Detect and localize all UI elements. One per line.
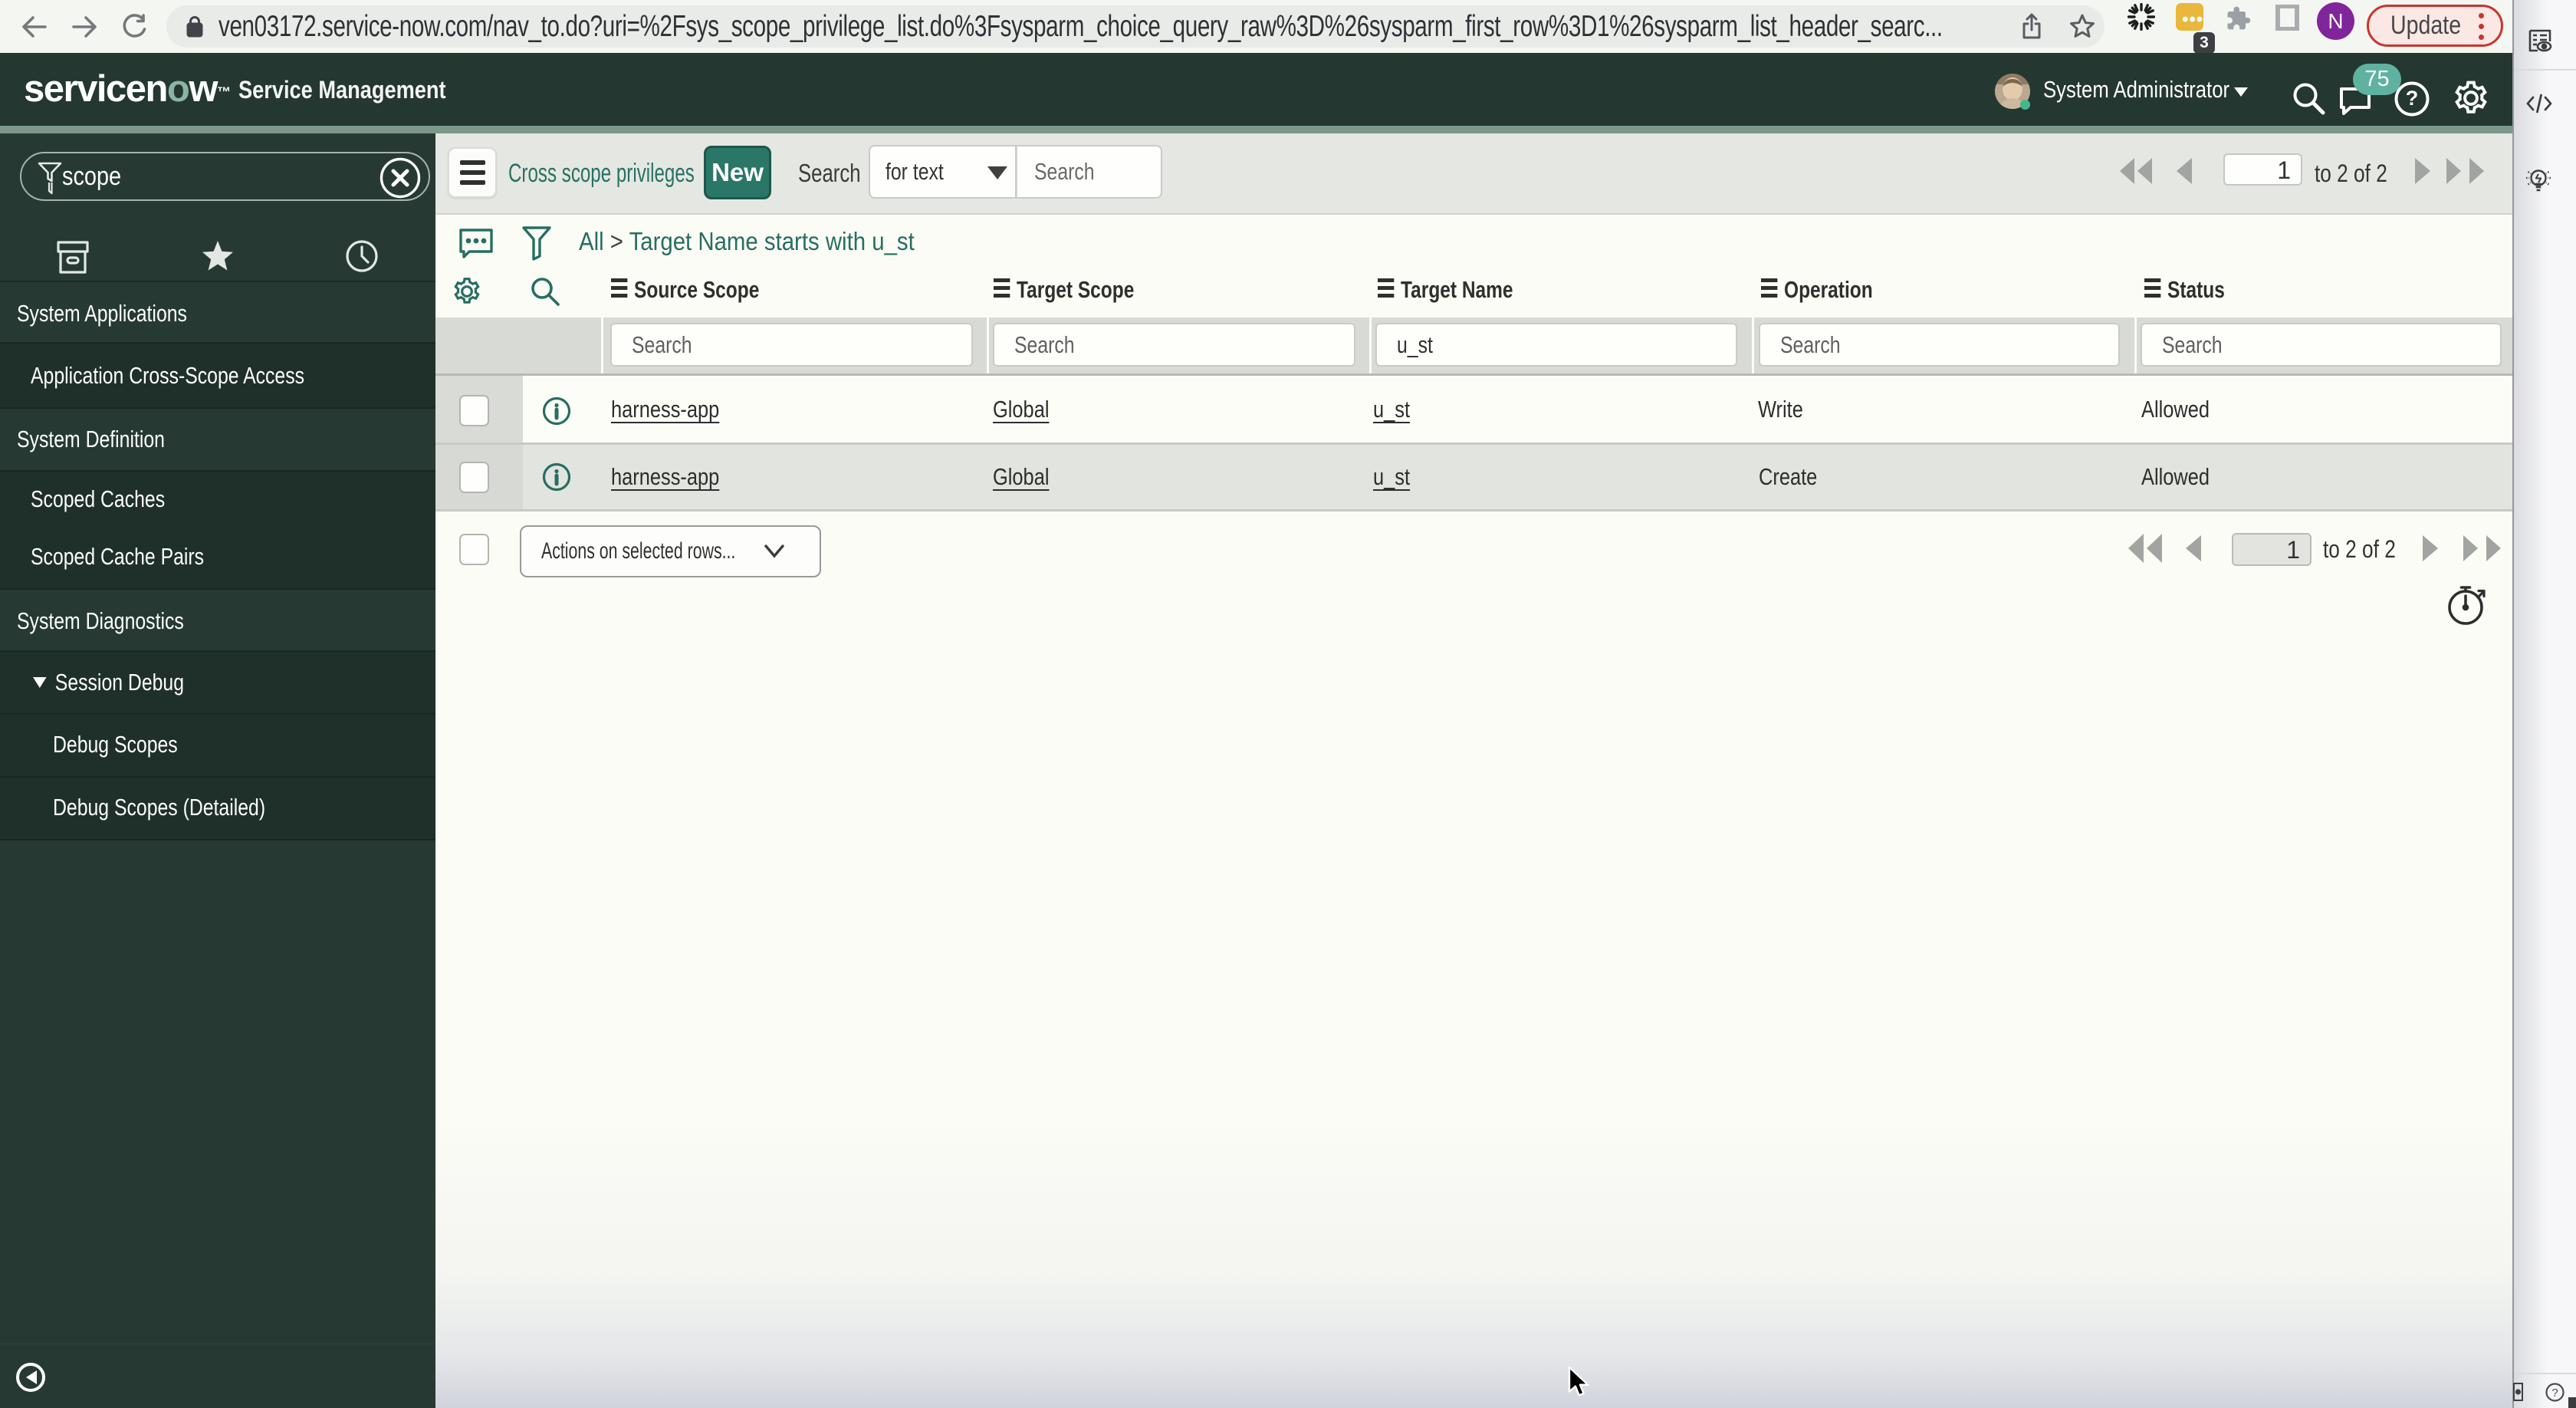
svg-text:?: ? (2551, 1387, 2558, 1400)
svg-text:?: ? (2406, 87, 2419, 110)
